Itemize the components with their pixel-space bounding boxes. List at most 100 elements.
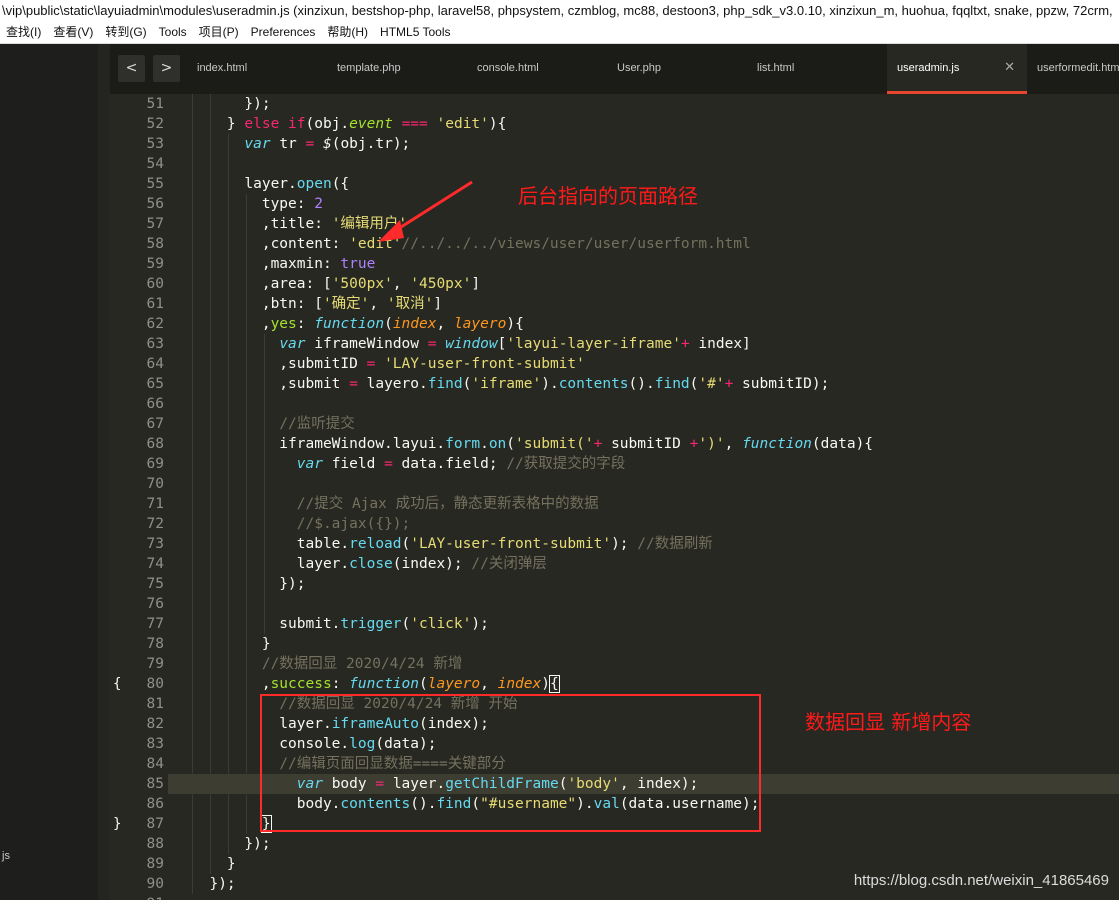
menu-goto[interactable]: 转到(G) bbox=[99, 22, 152, 43]
code-line-61: ,btn: ['确定', '取消'] bbox=[192, 296, 443, 312]
tab-back-button[interactable]: < bbox=[118, 55, 145, 82]
line-number: 81 bbox=[146, 696, 164, 712]
code-line-51: }); bbox=[192, 96, 271, 112]
tab-useradmin-js[interactable]: useradmin.js ✕ bbox=[887, 44, 1027, 94]
code-line-73: table.reload('LAY-user-front-submit'); /… bbox=[192, 536, 713, 552]
line-number-gutter: 51 52 53 54 55 56 57 58 59 60 61 62 63 6… bbox=[110, 94, 168, 900]
code-line-56: type: 2 bbox=[192, 196, 323, 212]
watermark-text: https://blog.csdn.net/weixin_41865469 bbox=[853, 872, 1109, 889]
tab-label: template.php bbox=[337, 62, 401, 74]
code-line-65: ,submit = layero.find('iframe').contents… bbox=[192, 376, 830, 392]
line-number: 69 bbox=[146, 456, 164, 472]
code-line-80: ,success: function(layero, index){ bbox=[192, 675, 560, 693]
menu-find[interactable]: 查找(I) bbox=[0, 22, 47, 43]
line-number: 89 bbox=[146, 856, 164, 872]
line-number: 78 bbox=[146, 636, 164, 652]
menu-view[interactable]: 查看(V) bbox=[47, 22, 99, 43]
close-icon[interactable]: ✕ bbox=[1004, 44, 1015, 92]
code-line-89: } bbox=[192, 856, 236, 872]
line-number: 65 bbox=[146, 376, 164, 392]
annotation-echo-note: 数据回显 新增内容 bbox=[805, 710, 972, 734]
code-line-79: //数据回显 2020/4/24 新增 bbox=[261, 656, 463, 672]
menu-html5-tools[interactable]: HTML5 Tools bbox=[374, 22, 456, 43]
code-line-87: } bbox=[260, 815, 272, 833]
line-number: 67 bbox=[146, 416, 164, 432]
tab-template-php[interactable]: template.php bbox=[337, 44, 467, 94]
line-number: 90 bbox=[146, 876, 164, 892]
code-line-77: submit.trigger('click'); bbox=[192, 616, 489, 632]
tab-label: User.php bbox=[617, 62, 662, 74]
tab-user-php[interactable]: User.php bbox=[617, 44, 747, 94]
line-number: 55 bbox=[146, 176, 164, 192]
line-number: 51 bbox=[146, 96, 164, 112]
line-number: 64 bbox=[146, 356, 164, 372]
line-number: 87 bbox=[146, 816, 164, 832]
line-number: 79 bbox=[146, 656, 164, 672]
tab-label: index.html bbox=[197, 62, 248, 74]
tab-label: console.html bbox=[477, 62, 539, 74]
code-line-63: var iframeWindow = window['layui-layer-i… bbox=[279, 336, 751, 352]
tab-list-html[interactable]: list.html bbox=[757, 44, 887, 94]
line-number: 53 bbox=[146, 136, 164, 152]
tab-label: list.html bbox=[757, 62, 795, 74]
code-line-88: }); bbox=[192, 836, 271, 852]
line-number: 70 bbox=[146, 476, 164, 492]
code-line-72: //$.ajax({}); bbox=[296, 516, 411, 532]
line-number: 66 bbox=[146, 396, 164, 412]
sidebar-divider bbox=[98, 44, 110, 900]
line-number: 61 bbox=[146, 296, 164, 312]
fold-marker[interactable]: { bbox=[113, 674, 121, 694]
code-line-59: ,maxmin: true bbox=[192, 256, 376, 272]
tab-label: useradmin.js bbox=[897, 62, 960, 74]
menu-tools[interactable]: Tools bbox=[153, 22, 193, 43]
line-number: 85 bbox=[146, 776, 164, 792]
fold-marker[interactable]: } bbox=[113, 814, 121, 834]
code-line-64: ,submitID = 'LAY-user-front-submit' bbox=[192, 356, 585, 372]
line-number: 60 bbox=[146, 276, 164, 292]
line-number: 77 bbox=[146, 616, 164, 632]
window-title: \vip\public\static\layuiadmin\modules\us… bbox=[2, 3, 1113, 18]
tab-userformedit-html[interactable]: userformedit.htm bbox=[1037, 44, 1119, 94]
sidebar-file-label[interactable]: js bbox=[2, 850, 10, 862]
annotation-highlight-box bbox=[260, 694, 761, 832]
line-number: 56 bbox=[146, 196, 164, 212]
menu-help[interactable]: 帮助(H) bbox=[321, 22, 374, 43]
code-line-75: }); bbox=[192, 576, 306, 592]
line-number: 71 bbox=[146, 496, 164, 512]
menu-bar: 查找(I) 查看(V) 转到(G) Tools 项目(P) Preferences 帮助(H… bbox=[0, 22, 1119, 44]
code-line-69: var field = data.field; //获取提交的字段 bbox=[296, 456, 626, 472]
code-line-60: ,area: ['500px', '450px'] bbox=[192, 276, 481, 292]
tab-console-html[interactable]: console.html bbox=[477, 44, 607, 94]
line-number: 63 bbox=[146, 336, 164, 352]
annotation-path-note: 后台指向的页面路径 bbox=[518, 184, 698, 208]
line-number: 83 bbox=[146, 736, 164, 752]
menu-preferences[interactable]: Preferences bbox=[245, 22, 322, 43]
tab-label: userformedit.htm bbox=[1037, 62, 1119, 74]
tab-index-html[interactable]: index.html bbox=[197, 44, 327, 94]
tab-forward-button[interactable]: > bbox=[153, 55, 180, 82]
line-number: 54 bbox=[146, 156, 164, 172]
line-number: 76 bbox=[146, 596, 164, 612]
line-number: 73 bbox=[146, 536, 164, 552]
line-number: 88 bbox=[146, 836, 164, 852]
code-line-55: layer.open({ bbox=[192, 176, 350, 192]
sidebar-panel: js bbox=[0, 44, 98, 900]
window-title-bar: \vip\public\static\layuiadmin\modules\us… bbox=[0, 0, 1119, 22]
line-number: 57 bbox=[146, 216, 164, 232]
line-number: 75 bbox=[146, 576, 164, 592]
line-number: 91 bbox=[114, 894, 164, 900]
menu-project[interactable]: 项目(P) bbox=[193, 22, 245, 43]
line-number: 52 bbox=[146, 116, 164, 132]
code-line-78: } bbox=[192, 636, 271, 652]
line-number: 59 bbox=[146, 256, 164, 272]
code-line-53: var tr = $(obj.tr); bbox=[244, 136, 411, 152]
annotation-arrow-icon bbox=[378, 180, 473, 242]
code-line-62: ,yes: function(index, layero){ bbox=[192, 316, 524, 332]
code-line-67: //监听提交 bbox=[279, 416, 355, 432]
line-number: 58 bbox=[146, 236, 164, 252]
line-number: 74 bbox=[146, 556, 164, 572]
code-line-52: } else if(obj.event === 'edit'){ bbox=[192, 116, 507, 132]
line-number: 72 bbox=[146, 516, 164, 532]
code-line-68: iframeWindow.layui.form.on('submit('+ su… bbox=[192, 436, 874, 452]
line-number: 82 bbox=[146, 716, 164, 732]
